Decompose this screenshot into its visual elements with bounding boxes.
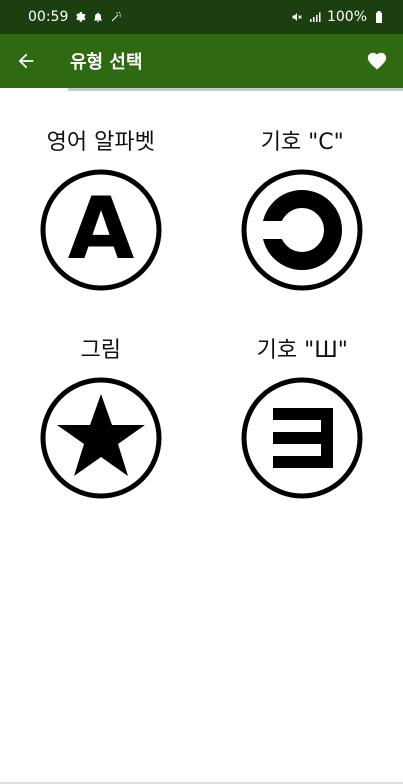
status-right: 100% [291, 9, 385, 25]
status-left: 00:59 [28, 9, 122, 25]
star-icon [40, 377, 162, 499]
tumbling-e-icon [241, 377, 363, 499]
letter-a-icon: A [40, 169, 162, 291]
option-symbol-c[interactable]: 기호 "C" [202, 126, 403, 294]
app-bar: 유형 선택 [0, 34, 403, 88]
option-symbol-sha[interactable]: 기호 "Ш" [202, 334, 403, 502]
back-button[interactable] [0, 34, 52, 88]
option-label: 기호 "Ш" [256, 338, 348, 363]
gear-icon [76, 12, 86, 22]
option-label: 영어 알파벳 [46, 130, 155, 155]
arrow-left-icon [18, 53, 34, 69]
option-picture[interactable]: 그림 [0, 334, 202, 502]
signal-icon [309, 12, 321, 22]
status-bar: 00:59 100% [0, 0, 403, 34]
option-label: 그림 [80, 338, 121, 363]
bell-icon [94, 12, 103, 22]
landolt-c-icon [241, 169, 363, 291]
status-time: 00:59 [28, 9, 69, 25]
heart-icon [367, 52, 387, 70]
battery-percent: 100% [326, 9, 367, 25]
option-english-alphabet[interactable]: 영어 알파벳 A [0, 126, 202, 294]
tab-indicator [68, 88, 403, 91]
letter-a-glyph: A [67, 179, 134, 279]
mute-icon [292, 13, 302, 21]
wand-icon [112, 11, 122, 22]
page-title: 유형 선택 [70, 52, 143, 73]
battery-icon [376, 11, 382, 23]
option-label: 기호 "C" [260, 130, 344, 155]
type-grid: 영어 알파벳 A 기호 "C" 그림 기호 "Ш" [0, 126, 403, 502]
favorite-button[interactable] [351, 34, 403, 88]
